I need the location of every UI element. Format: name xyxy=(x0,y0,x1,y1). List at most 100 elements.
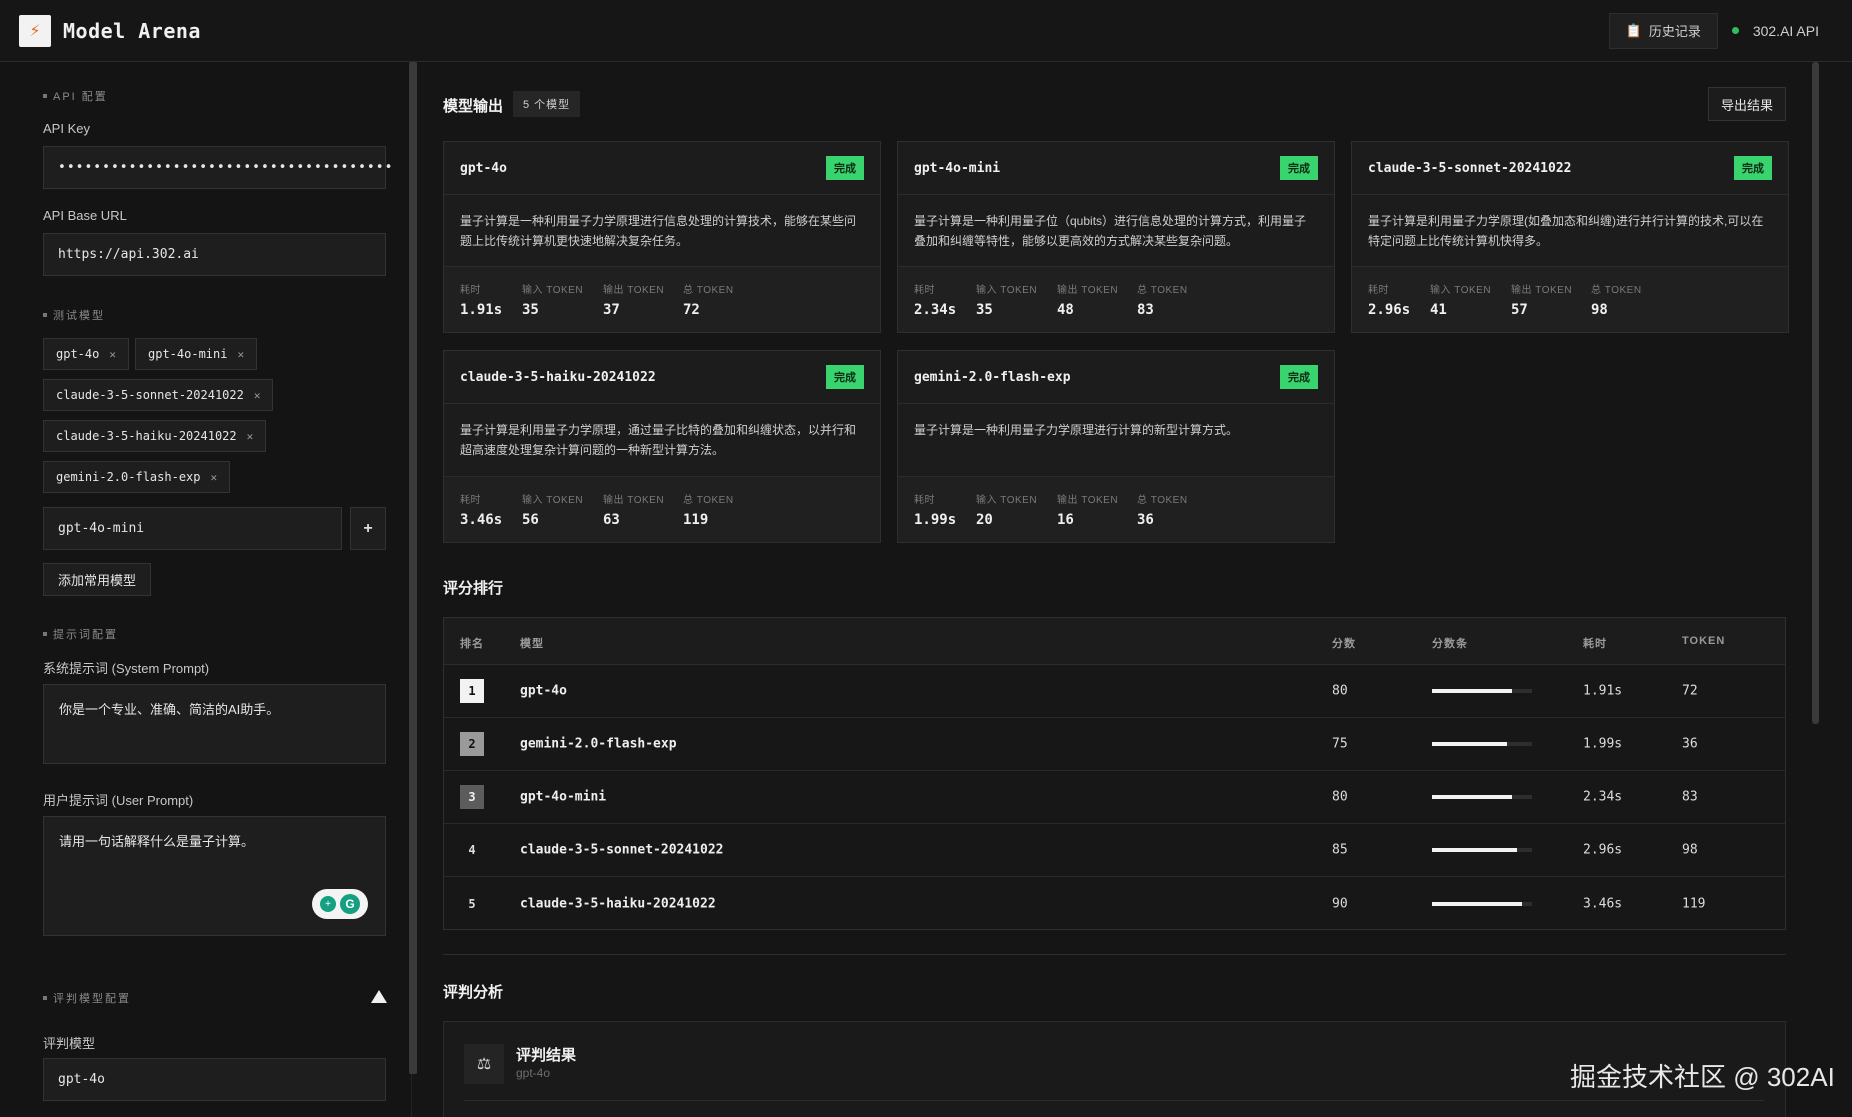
stat-value: 1.99s xyxy=(914,512,957,528)
rank-score: 80 xyxy=(1332,683,1348,699)
grammarly-widget[interactable]: + G xyxy=(312,889,368,919)
score-bar xyxy=(1432,848,1532,852)
stat-label: 输出 TOKEN xyxy=(603,285,665,296)
prompt-config-heading-text: 提示词配置 xyxy=(53,629,118,641)
test-models-heading: 测试模型 xyxy=(43,307,105,323)
close-icon[interactable]: ✕ xyxy=(254,389,261,402)
status-badge: 完成 xyxy=(826,156,864,180)
app-header: ⚡ Model Arena 📋 历史记录 302.AI API xyxy=(0,0,1852,62)
card-stats: 耗时 2.96s 输入 TOKEN 41 输出 TOKEN 57 总 TOKEN… xyxy=(1352,266,1788,332)
model-chip-gpt-4o-mini[interactable]: gpt-4o-mini ✕ xyxy=(135,338,258,370)
stat-label: 耗时 xyxy=(460,285,481,296)
grammarly-suggest-icon: + xyxy=(320,896,336,912)
close-icon[interactable]: ✕ xyxy=(109,348,116,361)
model-chip-claude-haiku[interactable]: claude-3-5-haiku-20241022 ✕ xyxy=(43,420,267,452)
rank-time: 1.91s xyxy=(1583,683,1623,699)
stat-value: 37 xyxy=(603,302,620,318)
ranking-row: 3 gpt-4o-mini 80 2.34s 83 xyxy=(444,771,1785,824)
watermark-text: 掘金技术社区 @ 302AI xyxy=(1570,1062,1835,1092)
col-time: 耗时 xyxy=(1583,638,1607,650)
model-chip-gpt-4o[interactable]: gpt-4o ✕ xyxy=(43,338,129,370)
col-rank: 排名 xyxy=(460,638,484,650)
card-stats: 耗时 1.99s 输入 TOKEN 20 输出 TOKEN 16 总 TOKEN… xyxy=(898,476,1334,542)
stat-output: 输出 TOKEN 63 xyxy=(603,491,664,528)
stat-input: 输入 TOKEN 35 xyxy=(522,281,583,318)
card-output-text: 量子计算是一种利用量子位（qubits）进行信息处理的计算方式，利用量子叠加和纠… xyxy=(914,214,1307,248)
status-badge: 完成 xyxy=(826,365,864,389)
ranking-title: 评分排行 xyxy=(443,580,504,597)
rank-time: 2.34s xyxy=(1583,789,1623,805)
col-token: TOKEN xyxy=(1682,635,1726,647)
stat-label: 总 TOKEN xyxy=(1137,285,1188,296)
stat-value: 2.96s xyxy=(1368,302,1411,318)
card-header: claude-3-5-sonnet-20241022 完成 xyxy=(1352,142,1788,195)
status-dot-icon xyxy=(1731,27,1739,34)
main-scrollbar[interactable] xyxy=(1812,62,1819,724)
add-common-models-button[interactable]: 添加常用模型 xyxy=(43,563,152,596)
history-label: 历史记录 xyxy=(1648,24,1701,39)
grammarly-g-icon: G xyxy=(340,894,360,914)
stat-label: 总 TOKEN xyxy=(683,285,734,296)
stat-value: 35 xyxy=(522,302,539,318)
model-chip-gemini[interactable]: gemini-2.0-flash-exp ✕ xyxy=(43,461,231,493)
rank-model-name: claude-3-5-sonnet-20241022 xyxy=(520,842,724,858)
rank-time: 3.46s xyxy=(1583,896,1623,911)
collapse-triangle-icon[interactable] xyxy=(371,990,387,1003)
stat-time: 耗时 2.34s xyxy=(914,281,956,318)
section-divider xyxy=(443,954,1786,955)
judge-model-input[interactable]: gpt-4o xyxy=(43,1058,386,1101)
rank-time: 1.99s xyxy=(1583,736,1623,752)
export-results-button[interactable]: 导出结果 xyxy=(1708,87,1786,121)
stat-output: 输出 TOKEN 57 xyxy=(1511,281,1572,318)
model-output-card: gemini-2.0-flash-exp 完成 量子计算是一种利用量子力学原理进… xyxy=(897,350,1335,543)
ranking-table: 排名 模型 分数 分数条 耗时 TOKEN 1 gpt-4o 80 1.91s … xyxy=(443,617,1786,930)
close-icon[interactable]: ✕ xyxy=(237,348,244,361)
chip-label: gemini-2.0-flash-exp xyxy=(56,470,201,484)
base-url-label: API Base URL xyxy=(43,208,127,223)
card-stats: 耗时 1.91s 输入 TOKEN 35 输出 TOKEN 37 总 TOKEN… xyxy=(444,266,880,332)
card-header: gpt-4o 完成 xyxy=(444,142,880,195)
stat-input: 输入 TOKEN 35 xyxy=(976,281,1037,318)
system-prompt-textarea[interactable]: 你是一个专业、准确、简洁的AI助手。 xyxy=(43,684,386,764)
stat-label: 输入 TOKEN xyxy=(522,495,584,506)
stat-input: 输入 TOKEN 41 xyxy=(1430,281,1491,318)
analysis-divider xyxy=(464,1100,1764,1101)
card-output-text: 量子计算是一种利用量子力学原理进行计算的新型计算方式。 xyxy=(914,423,1239,437)
chip-label: claude-3-5-haiku-20241022 xyxy=(56,429,237,443)
ranking-row: 1 gpt-4o 80 1.91s 72 xyxy=(444,665,1785,718)
rank-token: 72 xyxy=(1682,683,1698,699)
stat-label: 输入 TOKEN xyxy=(976,285,1038,296)
stat-value: 48 xyxy=(1057,302,1074,318)
lightning-logo-icon: ⚡ xyxy=(19,14,51,47)
api-key-input[interactable]: •••••••••••••••••••••••••••••••••••••• xyxy=(43,146,392,189)
add-model-button[interactable]: + xyxy=(350,507,386,550)
stat-value: 3.46s xyxy=(460,512,503,528)
system-prompt-label: 系统提示词 (System Prompt) xyxy=(43,661,210,676)
rank-model-name: gemini-2.0-flash-exp xyxy=(520,736,677,752)
card-header: gemini-2.0-flash-exp 完成 xyxy=(898,351,1334,404)
stat-value: 63 xyxy=(603,512,620,528)
api-config-heading-text: API 配置 xyxy=(53,91,108,103)
stat-output: 输出 TOKEN 16 xyxy=(1057,491,1118,528)
judge-model-label: 评判模型 xyxy=(43,1036,96,1051)
card-header: gpt-4o-mini 完成 xyxy=(898,142,1334,195)
history-button[interactable]: 📋 历史记录 xyxy=(1608,12,1718,49)
card-stats: 耗时 2.34s 输入 TOKEN 35 输出 TOKEN 48 总 TOKEN… xyxy=(898,266,1334,332)
stat-value: 20 xyxy=(976,512,993,528)
analysis-title: 评判分析 xyxy=(443,984,504,1001)
document-icon: 📋 xyxy=(1625,22,1642,38)
stat-value: 83 xyxy=(1137,302,1154,318)
analysis-result-model: gpt-4o xyxy=(516,1066,551,1080)
close-icon[interactable]: ✕ xyxy=(211,471,218,484)
model-chip-claude-sonnet[interactable]: claude-3-5-sonnet-20241022 ✕ xyxy=(43,379,274,411)
sidebar-scrollbar[interactable] xyxy=(409,62,417,1074)
stat-output: 输出 TOKEN 37 xyxy=(603,281,664,318)
close-icon[interactable]: ✕ xyxy=(247,430,254,443)
rank-number: 3 xyxy=(460,785,484,809)
stat-value: 41 xyxy=(1430,302,1447,318)
base-url-input[interactable]: https://api.302.ai xyxy=(43,233,386,276)
stat-label: 总 TOKEN xyxy=(683,495,734,506)
model-name-input[interactable]: gpt-4o-mini xyxy=(43,507,342,550)
stat-total: 总 TOKEN 83 xyxy=(1137,281,1188,318)
stat-value: 1.91s xyxy=(460,302,503,318)
